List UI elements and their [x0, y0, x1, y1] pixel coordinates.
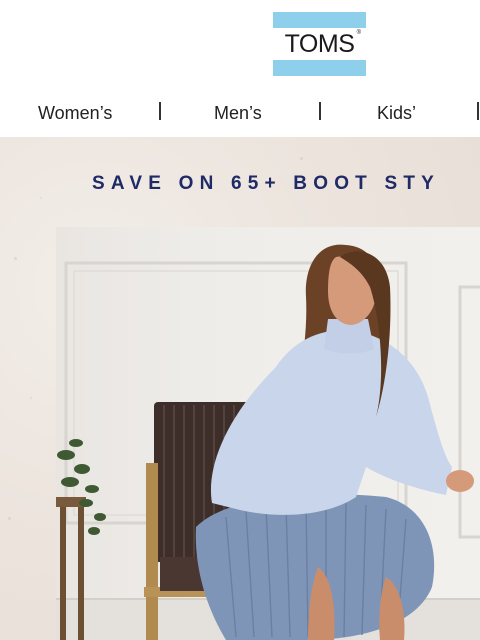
logo-registered-mark: ® — [356, 30, 361, 36]
side-table-leg — [78, 507, 84, 640]
nav-item-kids[interactable]: Kids’ — [377, 101, 416, 125]
wall-panel-molding — [458, 285, 480, 539]
logo-top-bar — [273, 12, 366, 28]
hero-photo[interactable] — [56, 227, 480, 640]
brand-logo[interactable]: TOMS ® — [273, 12, 366, 76]
side-table-leg — [60, 507, 66, 640]
hero-photo-illustration — [56, 244, 480, 640]
nav-divider — [159, 102, 161, 120]
nav-item-mens[interactable]: Men’s — [214, 101, 262, 125]
nav-divider — [319, 102, 321, 120]
hero-headline[interactable]: SAVE ON 65+ BOOT STY — [92, 173, 440, 195]
texture-speck — [300, 157, 303, 160]
chair-frame — [146, 463, 158, 640]
logo-wordmark: TOMS — [284, 30, 355, 58]
hero-banner[interactable]: SAVE ON 65+ BOOT STY — [0, 137, 480, 640]
main-nav: Women’s Men’s Kids’ — [0, 96, 480, 130]
logo-bottom-bar — [273, 60, 366, 76]
sweater — [210, 330, 452, 515]
texture-speck — [14, 257, 17, 260]
texture-speck — [40, 197, 42, 199]
texture-speck — [30, 397, 32, 399]
nav-divider — [477, 102, 479, 120]
nav-item-womens[interactable]: Women’s — [38, 101, 112, 125]
texture-speck — [8, 517, 11, 520]
hands — [446, 470, 474, 492]
